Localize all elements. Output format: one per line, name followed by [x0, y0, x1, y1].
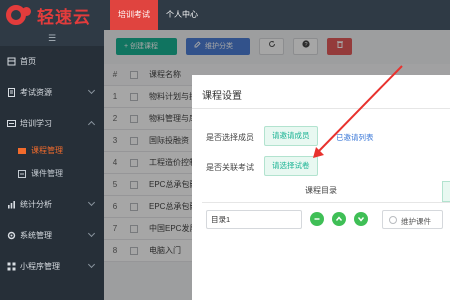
annotation-arrow-icon: [313, 65, 403, 158]
